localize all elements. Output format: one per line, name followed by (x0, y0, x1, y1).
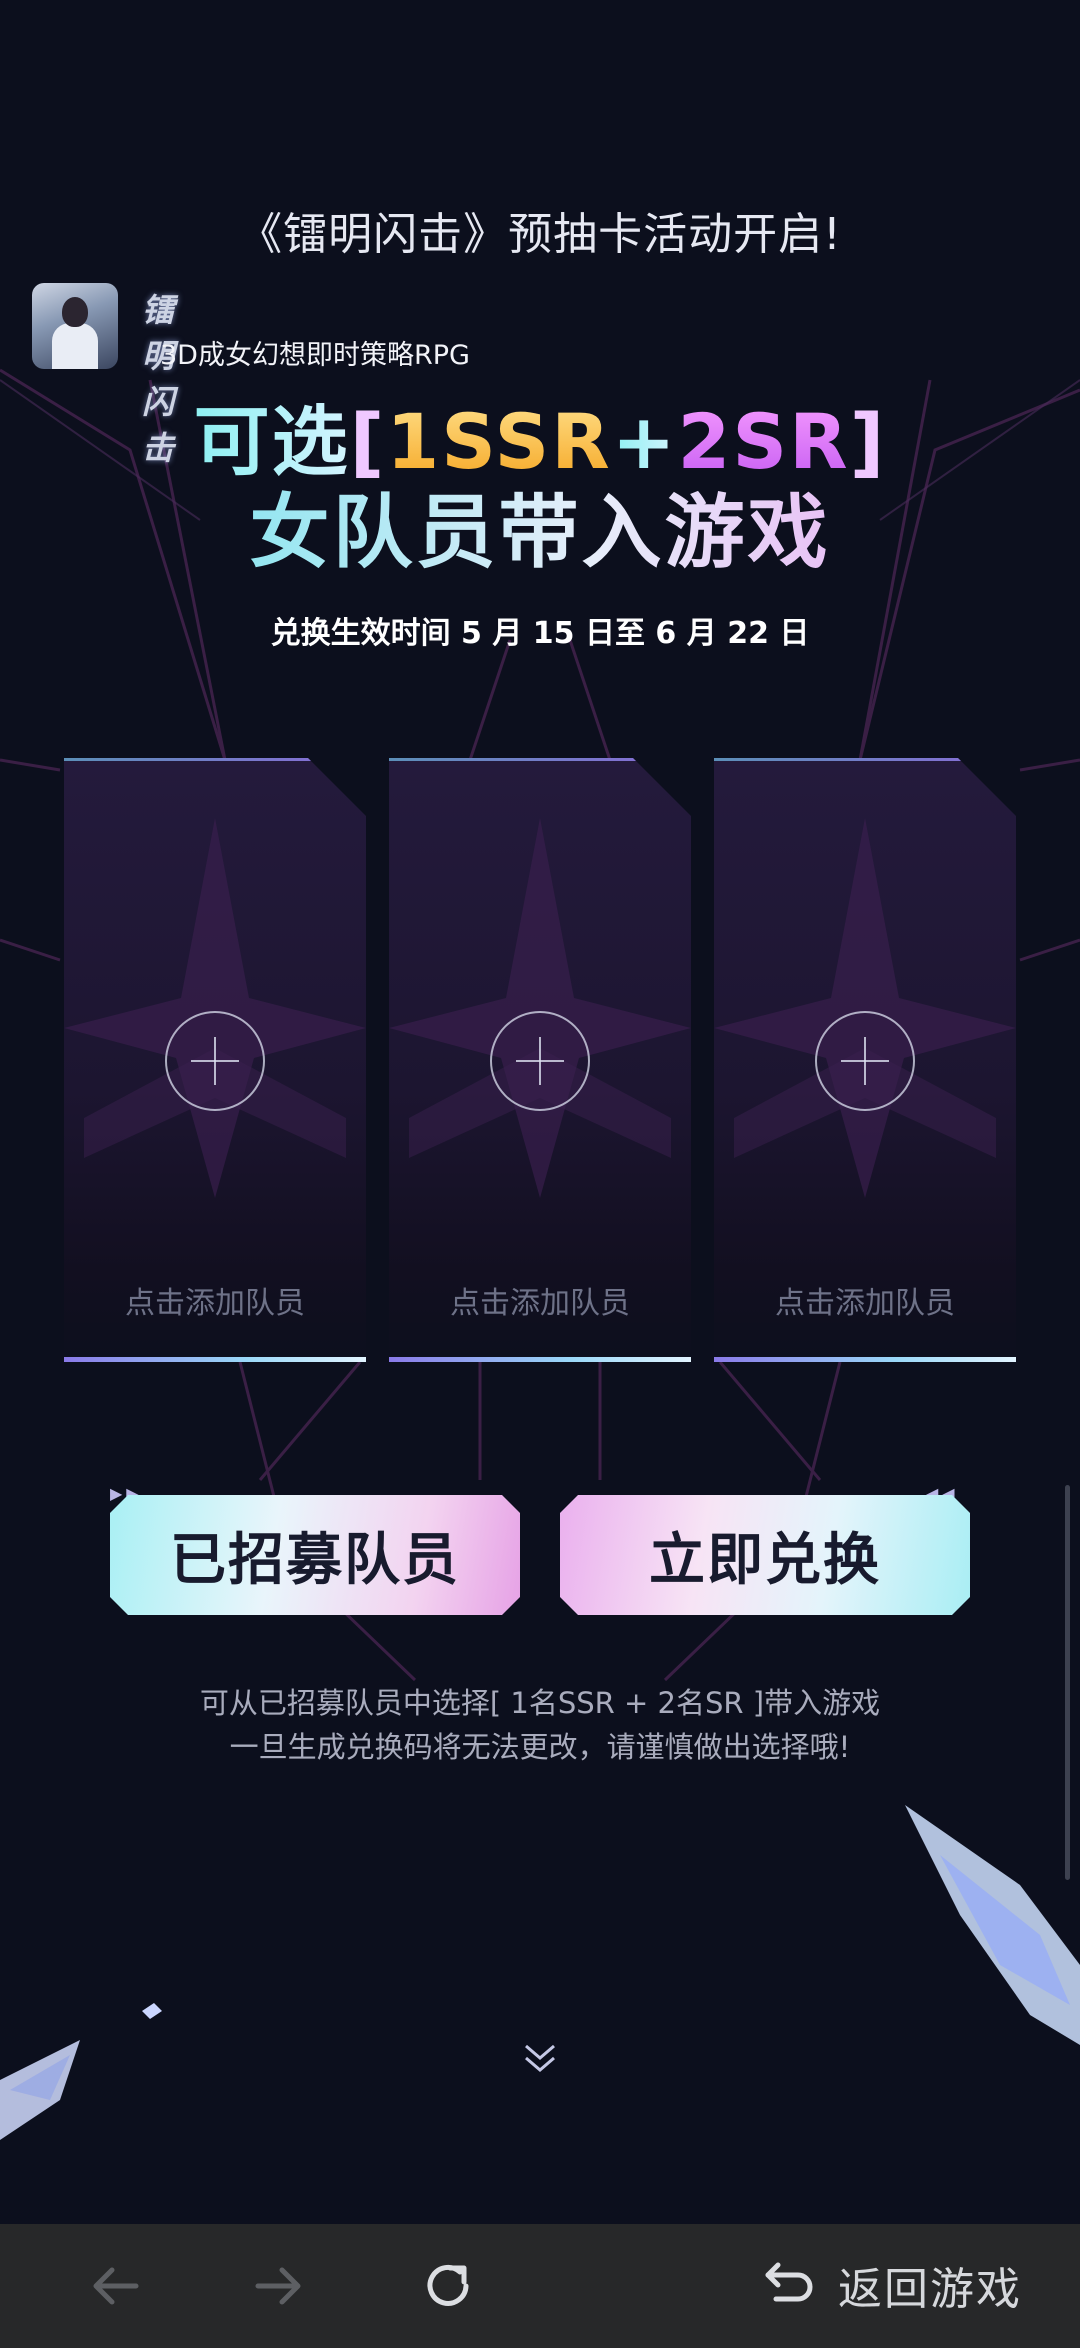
title-line-2: 女队员带入游戏 (0, 468, 1080, 584)
recruited-members-button[interactable]: 已招募队员 (110, 1495, 520, 1615)
return-icon (765, 2262, 813, 2302)
emblem-icon (64, 818, 366, 1198)
return-to-game-button[interactable]: 返回游戏 (762, 2250, 1022, 2320)
arrow-right-icon[interactable] (246, 2254, 310, 2318)
add-member-icon[interactable] (165, 1011, 265, 1111)
crystal-deco (142, 2003, 162, 2019)
crystal-deco (905, 1805, 1080, 2045)
scrollbar[interactable] (1065, 1485, 1070, 1880)
note-line-2: 一旦生成兑换码将无法更改，请谨慎做出选择哦! (229, 1730, 851, 1764)
arrow-left-icon[interactable] (84, 2254, 148, 2318)
emblem-icon (389, 818, 691, 1198)
add-member-icon[interactable] (490, 1011, 590, 1111)
redeem-period: 兑换生效时间 5 月 15 日至 6 月 22 日 (270, 616, 810, 651)
game-app-icon (32, 283, 118, 369)
member-slot-1[interactable]: 点击添加队员 (64, 758, 366, 1362)
slot-label: 点击添加队员 (125, 1286, 305, 1321)
refresh-icon[interactable] (416, 2254, 480, 2318)
bottom-nav-bar: 返回游戏 (0, 2224, 1080, 2348)
add-member-icon[interactable] (815, 1011, 915, 1111)
return-label: 返回游戏 (838, 2264, 1022, 2315)
scroll-down-icon[interactable] (520, 2040, 560, 2080)
game-subtitle: 3D成女幻想即时策略RPG (160, 340, 470, 371)
crystal-deco (0, 2040, 80, 2140)
member-slot-3[interactable]: 点击添加队员 (714, 758, 1016, 1362)
slot-label: 点击添加队员 (450, 1286, 630, 1321)
event-headline: 《镭明闪击》预抽卡活动开启! (238, 209, 842, 260)
emblem-icon (714, 818, 1016, 1198)
note-line-1: 可从已招募队员中选择[ 1名SSR + 2名SR ]带入游戏 (199, 1686, 881, 1720)
slot-label: 点击添加队员 (775, 1286, 955, 1321)
redeem-now-button[interactable]: 立即兑换 (560, 1495, 970, 1615)
member-slot-2[interactable]: 点击添加队员 (389, 758, 691, 1362)
